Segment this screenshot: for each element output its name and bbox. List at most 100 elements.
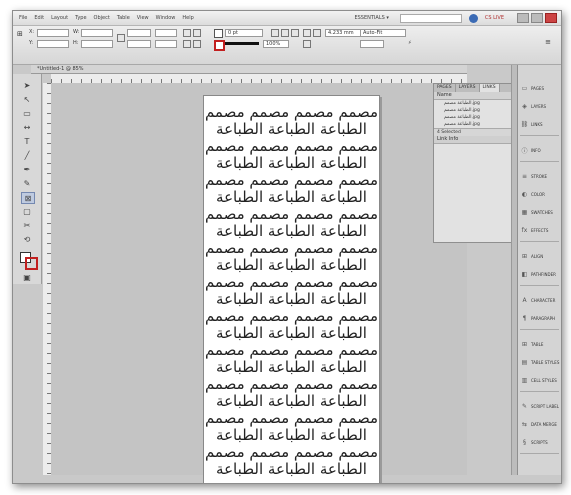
dock-item-data-merge[interactable]: ⇆ DATA MERGE bbox=[521, 421, 557, 428]
dock-item-color[interactable]: ◐ COLOR bbox=[521, 191, 545, 198]
flip-v-icon[interactable] bbox=[193, 40, 201, 48]
flip-h-icon[interactable] bbox=[183, 40, 191, 48]
cs-live-icon[interactable] bbox=[468, 13, 478, 23]
h-field[interactable] bbox=[81, 40, 113, 48]
reference-point-icon[interactable]: ⊞ bbox=[17, 30, 23, 38]
scale-x-field[interactable] bbox=[127, 29, 151, 37]
help-search-input[interactable] bbox=[399, 13, 462, 23]
line-tool-icon[interactable]: ╱ bbox=[21, 150, 33, 160]
center-content-icon[interactable] bbox=[303, 40, 311, 48]
fill-swatch[interactable] bbox=[214, 29, 223, 38]
dock-item-pathfinder[interactable]: ◧ PATHFINDER bbox=[521, 271, 556, 278]
script-label-icon: ✎ bbox=[521, 403, 528, 410]
minimize-button[interactable] bbox=[517, 13, 529, 23]
screen-mode-icon[interactable]: ▣ bbox=[21, 272, 33, 282]
selection-tool-icon[interactable]: ➤ bbox=[21, 80, 33, 90]
dock-item-table[interactable]: ⊞ TABLE bbox=[521, 341, 543, 348]
column-count-field[interactable] bbox=[360, 40, 384, 48]
dock-item-label: SCRIPTS bbox=[531, 440, 548, 445]
panel-tab-layers[interactable]: LAYERS bbox=[456, 84, 480, 92]
maximize-button[interactable] bbox=[531, 13, 543, 23]
panel-tab-links[interactable]: LINKS bbox=[479, 84, 500, 92]
dock-item-links[interactable]: ⛓ LINKS bbox=[521, 121, 543, 128]
gap-tool-icon[interactable]: ↔ bbox=[21, 122, 33, 132]
y-label: Y: bbox=[29, 40, 34, 46]
stroke-weight-field[interactable]: 0 pt bbox=[225, 29, 263, 37]
dock-item-pages[interactable]: ▭ PAGES bbox=[521, 85, 544, 92]
free-transform-tool-icon[interactable]: ⟲ bbox=[21, 234, 33, 244]
dock-item-effects[interactable]: fx EFFECTS bbox=[521, 227, 549, 234]
pen-tool-icon[interactable]: ✒ bbox=[21, 164, 33, 174]
links-name-column[interactable]: Name bbox=[437, 92, 452, 99]
quick-apply-icon[interactable]: ⚡ bbox=[408, 40, 412, 46]
dock-item-label: PATHFINDER bbox=[531, 272, 556, 277]
align-left-icon[interactable] bbox=[271, 29, 279, 37]
stroke-type-select[interactable] bbox=[225, 42, 259, 45]
link-info-label: Link Info bbox=[437, 136, 459, 142]
page-tool-icon[interactable]: ▭ bbox=[21, 108, 33, 118]
menu-item-window[interactable]: Window bbox=[156, 15, 176, 21]
layers-icon: ◈ bbox=[522, 103, 527, 110]
menu-item-object[interactable]: Object bbox=[94, 15, 110, 21]
pencil-tool-icon[interactable]: ✎ bbox=[21, 178, 33, 188]
stroke-box[interactable] bbox=[25, 257, 38, 270]
w-field[interactable] bbox=[81, 29, 113, 37]
cs-live-label[interactable]: CS LIVE bbox=[485, 15, 504, 21]
fit-option-select[interactable]: Auto-Fit bbox=[360, 29, 406, 37]
dock-item-stroke[interactable]: ≡ STROKE bbox=[521, 173, 547, 180]
menu-item-view[interactable]: View bbox=[137, 15, 149, 21]
align-icon: ⊞ bbox=[521, 253, 528, 260]
text-line-printing: الطباعة الطباعة الطباعة bbox=[216, 154, 367, 172]
workspace-switcher[interactable]: ESSENTIALS ▾ bbox=[354, 15, 388, 21]
dock-item-table-styles[interactable]: ▤ TABLE STYLES bbox=[521, 359, 560, 366]
x-field[interactable] bbox=[37, 29, 69, 37]
document-page[interactable]: مصمم مصمم مصمم مصمم الطباعة الطباعة الطبا… bbox=[203, 95, 380, 483]
menu-item-edit[interactable]: Edit bbox=[34, 15, 44, 21]
control-panel-menu-icon[interactable]: ≡ bbox=[545, 38, 551, 46]
dock-item-align[interactable]: ⊞ ALIGN bbox=[521, 253, 543, 260]
text-line-designer: مصمم مصمم مصمم مصمم bbox=[204, 171, 379, 189]
rotate-ccw-icon[interactable] bbox=[193, 29, 201, 37]
dock-item-script-label[interactable]: ✎ SCRIPT LABEL bbox=[521, 403, 559, 410]
scale-y-field[interactable] bbox=[127, 40, 151, 48]
rectangle-frame-tool-icon[interactable]: ⊠ bbox=[21, 192, 35, 204]
document-tab[interactable]: *Untitled-1 @ 85% bbox=[31, 65, 467, 74]
tint-field[interactable]: 100% bbox=[263, 40, 289, 48]
text-line-designer: مصمم مصمم مصمم مصمم bbox=[204, 307, 379, 325]
menu-item-help[interactable]: Help bbox=[182, 15, 193, 21]
dock-item-layers[interactable]: ◈ LAYERS bbox=[521, 103, 546, 110]
dock-item-scripts[interactable]: § SCRIPTS bbox=[521, 439, 548, 446]
direct-selection-tool-icon[interactable]: ↖ bbox=[21, 94, 33, 104]
close-button[interactable] bbox=[545, 13, 557, 23]
menu-item-table[interactable]: Table bbox=[117, 15, 130, 21]
fit-frame-icon[interactable] bbox=[313, 29, 321, 37]
panel-tab-pages[interactable]: PAGES bbox=[434, 84, 456, 92]
rotation-field[interactable] bbox=[155, 29, 177, 37]
dock-item-info[interactable]: ⓘ INFO bbox=[521, 147, 540, 155]
dock-item-swatches[interactable]: ▦ SWATCHES bbox=[521, 209, 553, 216]
dock-item-label: CHARACTER bbox=[531, 298, 556, 303]
dock-separator bbox=[520, 135, 559, 136]
dock-item-character[interactable]: A CHARACTER bbox=[521, 297, 555, 304]
text-line-printing: الطباعة الطباعة الطباعة bbox=[216, 392, 367, 410]
stroke-swatch[interactable] bbox=[214, 40, 225, 51]
frame-size-field[interactable]: 4.233 mm bbox=[325, 29, 361, 37]
menu-item-layout[interactable]: Layout bbox=[51, 15, 68, 21]
menu-item-type[interactable]: Type bbox=[75, 15, 86, 21]
table-styles-icon: ▤ bbox=[521, 359, 528, 366]
dock-item-paragraph[interactable]: ¶ PARAGRAPH bbox=[521, 315, 555, 322]
shear-field[interactable] bbox=[155, 40, 177, 48]
dock-item-cell-styles[interactable]: ▥ CELL STYLES bbox=[521, 377, 557, 384]
align-right-icon[interactable] bbox=[291, 29, 299, 37]
menu-item-file[interactable]: File bbox=[19, 15, 27, 21]
align-center-icon[interactable] bbox=[281, 29, 289, 37]
rectangle-tool-icon[interactable]: ▢ bbox=[21, 206, 33, 216]
pages-icon: ▭ bbox=[521, 85, 528, 92]
type-tool-icon[interactable]: T bbox=[21, 136, 33, 146]
fit-content-icon[interactable] bbox=[303, 29, 311, 37]
scissors-tool-icon[interactable]: ✂ bbox=[21, 220, 33, 230]
rotate-cw-icon[interactable] bbox=[183, 29, 191, 37]
constrain-proportions-icon[interactable] bbox=[117, 34, 125, 42]
y-field[interactable] bbox=[37, 40, 69, 48]
cell-styles-icon: ▥ bbox=[521, 377, 528, 384]
